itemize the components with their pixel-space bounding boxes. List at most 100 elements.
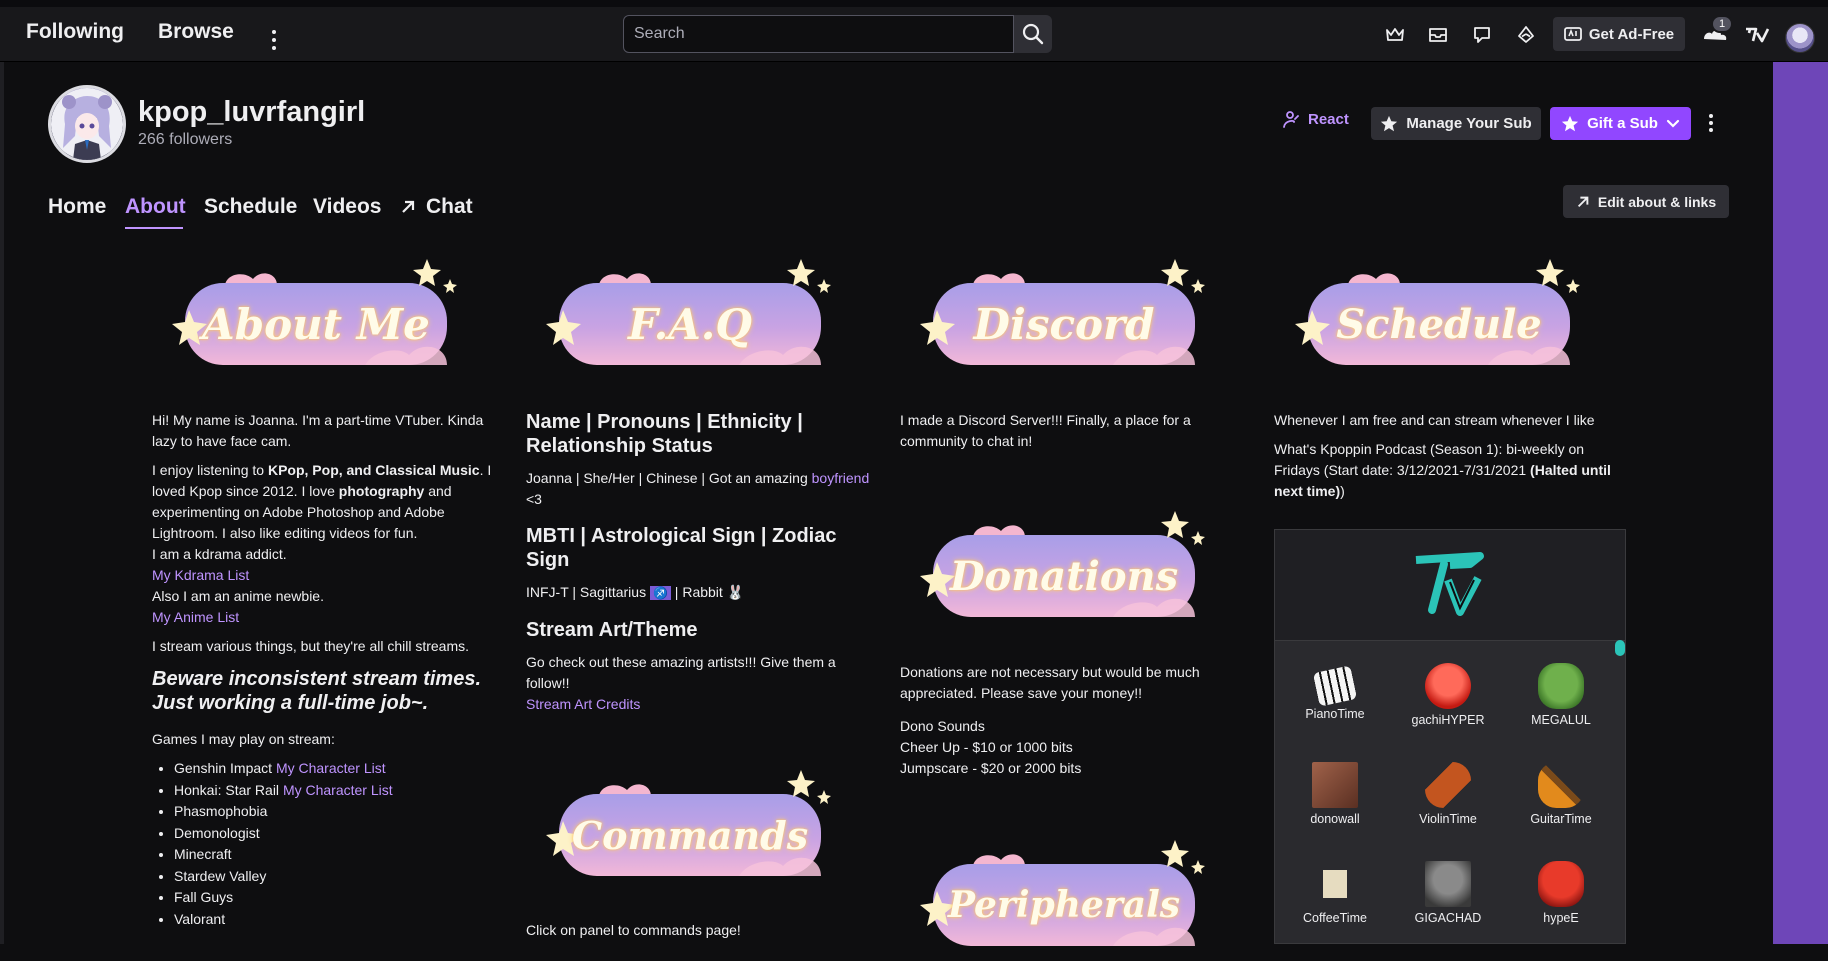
- user-avatar[interactable]: [1785, 23, 1815, 53]
- star-icon: [1561, 115, 1579, 131]
- about-stream-note: I stream various things, but they're all…: [152, 638, 470, 654]
- more-options-icon[interactable]: [264, 26, 284, 54]
- channel-avatar[interactable]: [48, 85, 126, 163]
- discord-banner-text: Discord: [973, 299, 1155, 349]
- list-item: Genshin Impact My Character List: [174, 758, 502, 780]
- whispers-icon[interactable]: [1470, 23, 1494, 47]
- about-me-banner-text: About Me: [202, 299, 430, 349]
- boyfriend-link[interactable]: boyfriend: [812, 470, 870, 486]
- anime-list-link[interactable]: My Anime List: [152, 609, 239, 625]
- gachi-face-icon: [1425, 663, 1471, 709]
- gift-sub-label: Gift a Sub: [1587, 115, 1658, 132]
- tab-chat[interactable]: Chat: [400, 195, 473, 219]
- list-item: Stardew Valley: [174, 866, 502, 888]
- ad-free-icon: [1563, 27, 1582, 41]
- faq-panel: Name | Pronouns | Ethnicity | Relationsh…: [526, 410, 876, 723]
- get-ad-free-button[interactable]: Get Ad-Free: [1553, 17, 1685, 51]
- follower-count: 266 followers: [138, 131, 233, 148]
- schedule-banner-text: Schedule: [1336, 300, 1542, 348]
- external-arrow-icon: [1577, 196, 1589, 207]
- search-button[interactable]: [1014, 15, 1052, 53]
- character-list-link[interactable]: My Character List: [276, 760, 386, 776]
- rabbit-icon: 🐰: [726, 584, 745, 600]
- commands-panel-text: Click on panel to commands page!: [526, 922, 741, 938]
- inbox-icon[interactable]: [1426, 23, 1450, 47]
- emote-megalul[interactable]: MEGALUL: [1505, 663, 1617, 727]
- tab-home[interactable]: Home: [48, 195, 106, 219]
- react-icon: [1283, 111, 1299, 128]
- notification-badge: 1: [1711, 15, 1733, 33]
- character-list-link[interactable]: My Character List: [283, 782, 393, 798]
- bits-icon[interactable]: [1514, 23, 1538, 47]
- left-strip: [0, 62, 4, 944]
- emote-scrollbar[interactable]: [1615, 640, 1625, 656]
- list-item: Valorant: [174, 909, 502, 931]
- manage-sub-label: Manage Your Sub: [1406, 115, 1532, 132]
- vtuber-avatar-icon: [51, 88, 123, 160]
- emote-gigachad[interactable]: GIGACHAD: [1392, 861, 1504, 925]
- coffee-icon: [1323, 861, 1347, 907]
- schedule-panel-banner[interactable]: Schedule: [1288, 255, 1588, 375]
- tab-videos[interactable]: Videos: [313, 195, 381, 219]
- faq-art-text: Go check out these amazing artists!!! Gi…: [526, 654, 836, 712]
- commands-panel-banner[interactable]: Commands: [539, 766, 839, 886]
- gigachad-icon: [1425, 861, 1471, 907]
- discord-panel-banner[interactable]: Discord: [913, 255, 1213, 375]
- tv-logo-icon: [1415, 552, 1484, 616]
- emote-panel-header: [1275, 530, 1625, 641]
- gift-sub-button[interactable]: Gift a Sub: [1550, 107, 1691, 140]
- emote-gachi-hyper[interactable]: gachiHYPER: [1392, 663, 1504, 727]
- emote-piano-time[interactable]: PianoTime: [1279, 663, 1391, 721]
- donations-panel: Donations are not necessary but would be…: [900, 662, 1240, 787]
- external-arrow-icon: [402, 200, 415, 213]
- commands-banner-text: Commands: [571, 812, 809, 858]
- browse-link[interactable]: Browse: [158, 20, 234, 44]
- list-item: Fall Guys: [174, 887, 502, 909]
- about-interests: I enjoy listening to KPop, Pop, and Clas…: [152, 462, 492, 625]
- donations-panel-banner[interactable]: Donations: [913, 507, 1213, 627]
- list-item: Minecraft: [174, 844, 502, 866]
- channel-name: kpop_luvrfangirl: [138, 96, 366, 128]
- faq-name-text: Joanna | She/Her | Chinese | Got an amaz…: [526, 470, 870, 507]
- violin-icon: [1425, 762, 1471, 808]
- channel-more-icon[interactable]: [1703, 110, 1719, 136]
- crown-icon[interactable]: [1383, 23, 1407, 47]
- list-item: Demonologist: [174, 823, 502, 845]
- tab-schedule[interactable]: Schedule: [204, 195, 297, 219]
- faq-mbti-text: INFJ-T | Sagittarius ♐ | Rabbit 🐰: [526, 584, 745, 600]
- donations-banner-text: Donations: [949, 552, 1179, 600]
- list-item: Phasmophobia: [174, 801, 502, 823]
- kdrama-list-link[interactable]: My Kdrama List: [152, 567, 249, 583]
- turbo-icon[interactable]: [1744, 23, 1770, 47]
- react-button[interactable]: React: [1282, 110, 1349, 128]
- emote-coffee-time[interactable]: CoffeeTime: [1279, 861, 1391, 925]
- schedule-text-2: What's Kpoppin Podcast (Season 1): bi-we…: [1274, 441, 1611, 499]
- games-label: Games I may play on stream:: [152, 731, 335, 747]
- emote-guitar-time[interactable]: GuitarTime: [1505, 762, 1617, 826]
- faq-banner-text: F.A.Q: [627, 299, 752, 349]
- edit-about-button[interactable]: Edit about & links: [1563, 185, 1729, 218]
- games-list: Genshin Impact My Character List Honkai:…: [152, 758, 502, 930]
- manage-sub-button[interactable]: Manage Your Sub: [1371, 107, 1541, 140]
- list-item: Honkai: Star Rail My Character List: [174, 780, 502, 802]
- emote-hype-e[interactable]: hypeE: [1505, 861, 1617, 925]
- search-input[interactable]: [623, 15, 1014, 53]
- react-label: React: [1308, 110, 1349, 128]
- faq-heading-mbti: MBTI | Astrological Sign | Zodiac Sign: [526, 525, 837, 571]
- about-me-panel-banner[interactable]: About Me: [165, 255, 465, 375]
- emote-violin-time[interactable]: ViolinTime: [1392, 762, 1504, 826]
- following-link[interactable]: Following: [26, 20, 124, 44]
- stream-art-credits-link[interactable]: Stream Art Credits: [526, 696, 640, 712]
- tab-about[interactable]: About: [125, 195, 186, 219]
- donowall-icon: [1312, 762, 1358, 808]
- search-icon: [1022, 23, 1044, 45]
- about-intro: Hi! My name is Joanna. I'm a part-time V…: [152, 412, 484, 449]
- emote-panel[interactable]: PianoTime gachiHYPER MEGALUL donowall Vi…: [1274, 529, 1626, 944]
- pepe-frog-icon: [1538, 663, 1584, 709]
- sagittarius-icon: ♐: [649, 586, 671, 600]
- discord-panel: I made a Discord Server!!! Finally, a pl…: [900, 410, 1240, 460]
- peripherals-panel-banner[interactable]: Peripherals: [913, 836, 1213, 956]
- emote-donowall[interactable]: donowall: [1279, 762, 1391, 826]
- faq-panel-banner[interactable]: F.A.Q: [539, 255, 839, 375]
- dono-sounds: Dono Sounds Cheer Up - $10 or 1000 bits …: [900, 718, 1082, 776]
